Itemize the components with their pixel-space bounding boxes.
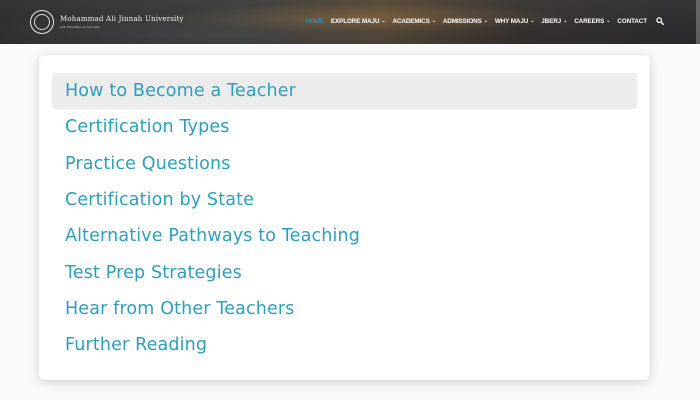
- toc-link-alternative-pathways[interactable]: Alternative Pathways to Teaching: [52, 218, 637, 254]
- nav-item-home[interactable]: HOME: [305, 18, 324, 25]
- toc-link-certification-by-state[interactable]: Certification by State: [52, 182, 637, 218]
- nav-item-label: HOME: [305, 17, 324, 25]
- chevron-down-icon: ⌄: [606, 18, 611, 24]
- chevron-down-icon: ⌄: [563, 18, 568, 24]
- toc-link-test-prep-strategies[interactable]: Test Prep Strategies: [52, 254, 637, 290]
- nav-item-careers[interactable]: CAREERS ⌄: [574, 18, 610, 25]
- logo-tagline: Link Education to Success: [60, 24, 100, 29]
- nav-item-label: ACADEMICS: [392, 17, 430, 25]
- scrollbar[interactable]: [696, 0, 700, 44]
- main-nav: HOME EXPLORE MAJU ⌄ ACADEMICS ⌄ ADMISSIONS…: [298, 17, 664, 25]
- toc-link-further-reading[interactable]: Further Reading: [52, 327, 637, 363]
- chevron-down-icon: ⌄: [530, 18, 535, 24]
- logo-name: Mohammad Ali Jinnah University: [60, 14, 184, 23]
- nav-item-explore-maju[interactable]: EXPLORE MAJU ⌄: [331, 18, 386, 25]
- site-header: Mohammad Ali Jinnah University Link Educ…: [0, 0, 700, 44]
- nav-item-jberj[interactable]: JBERJ ⌄: [541, 18, 567, 25]
- nav-item-label: JBERJ: [541, 17, 562, 25]
- nav-item-academics[interactable]: ACADEMICS ⌄: [393, 18, 436, 25]
- toc-link-how-to-become-a-teacher[interactable]: How to Become a Teacher: [52, 73, 637, 110]
- university-seal-icon: [30, 10, 54, 34]
- search-icon[interactable]: [656, 17, 664, 25]
- nav-item-contact[interactable]: CONTACT: [617, 18, 647, 25]
- logo-text: Mohammad Ali Jinnah University Link Educ…: [60, 14, 184, 29]
- nav-item-label: CAREERS: [574, 17, 605, 25]
- chevron-down-icon: ⌄: [483, 18, 488, 24]
- chevron-down-icon: ⌄: [381, 18, 386, 24]
- nav-item-why-maju[interactable]: WHY MAJU ⌄: [494, 17, 535, 25]
- nav-item-label: WHY MAJU: [494, 17, 529, 25]
- toc-link-practice-questions[interactable]: Practice Questions: [52, 146, 637, 182]
- table-of-contents-card: How to Become a Teacher Certification Ty…: [39, 55, 650, 380]
- toc-link-certification-types[interactable]: Certification Types: [52, 109, 637, 145]
- university-logo[interactable]: Mohammad Ali Jinnah University Link Educ…: [30, 10, 184, 34]
- table-of-contents: How to Become a Teacher Certification Ty…: [52, 73, 637, 363]
- nav-item-label: CONTACT: [617, 17, 647, 25]
- nav-item-label: ADMISSIONS: [442, 17, 482, 25]
- nav-item-admissions[interactable]: ADMISSIONS ⌄: [443, 18, 488, 25]
- nav-item-label: EXPLORE MAJU: [330, 17, 380, 25]
- chevron-down-icon: ⌄: [431, 18, 436, 24]
- toc-link-hear-from-other-teachers[interactable]: Hear from Other Teachers: [52, 291, 637, 327]
